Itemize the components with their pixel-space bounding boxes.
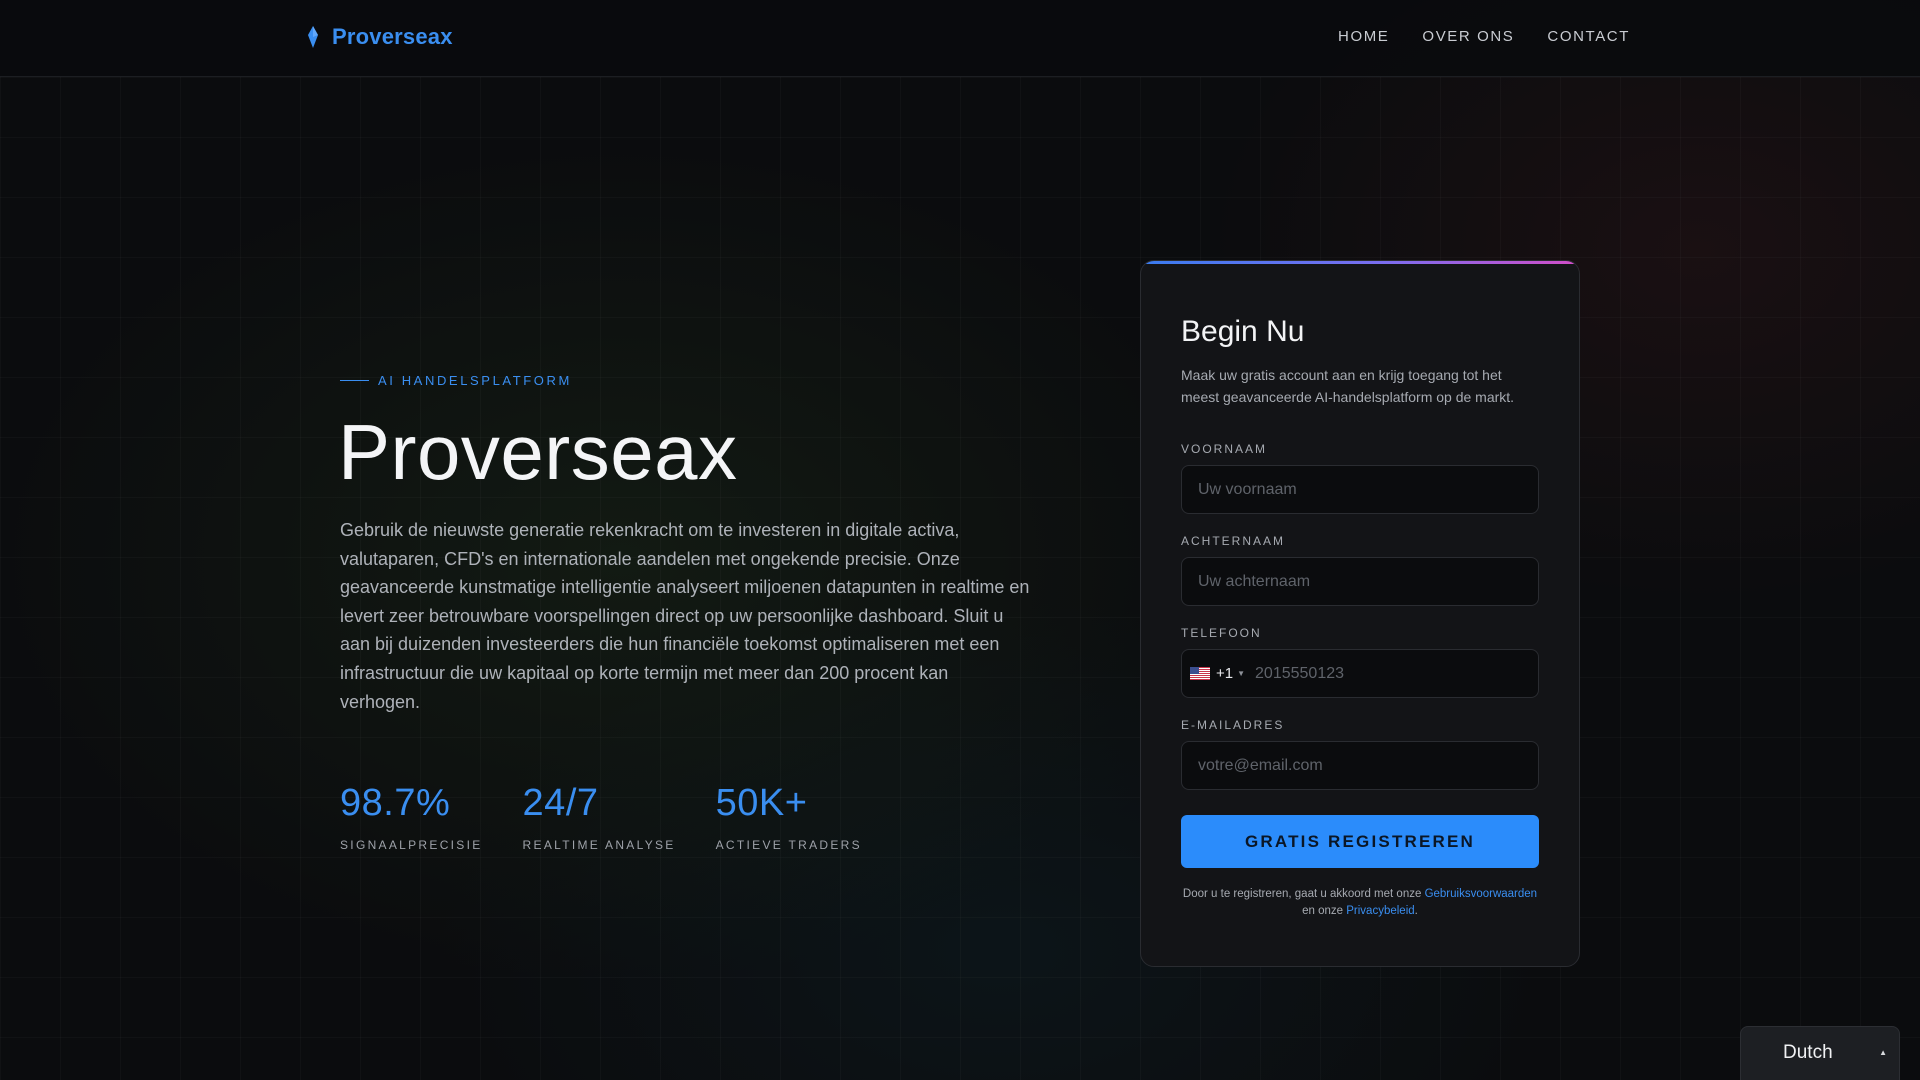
hero-description: Gebruik de nieuwste generatie rekenkrach… xyxy=(340,520,1030,712)
nav-link-over-ons[interactable]: OVER ONS xyxy=(1422,28,1514,45)
terms-middle: en onze xyxy=(1302,905,1347,917)
gem-drop-icon xyxy=(308,26,318,48)
language-selector[interactable]: Dutch ▲ xyxy=(1740,1026,1900,1080)
first-name-input[interactable] xyxy=(1181,465,1539,514)
stat-signal-precision: 98.7% SIGNAALPRECISIE xyxy=(340,780,483,852)
email-input[interactable] xyxy=(1181,741,1539,790)
language-label: Dutch xyxy=(1783,1042,1833,1063)
caret-up-icon: ▲ xyxy=(1879,1048,1887,1057)
stat-value: 50K+ xyxy=(715,782,808,824)
brand-name: Proverseax xyxy=(332,24,453,49)
last-name-input[interactable] xyxy=(1181,557,1539,606)
phone-field: +1 ▼ xyxy=(1181,649,1539,698)
hero-title: Proverseax xyxy=(338,408,738,496)
form-subtitle: Maak uw gratis account aan en krijg toeg… xyxy=(1181,367,1515,405)
first-name-label: VOORNAAM xyxy=(1181,442,1268,456)
stats-row: 98.7% SIGNAALPRECISIE 24/7 REALTIME ANAL… xyxy=(340,780,902,852)
stat-realtime-analysis: 24/7 REALTIME ANALYSE xyxy=(523,780,676,852)
registration-card: Begin Nu Maak uw gratis account aan en k… xyxy=(1140,260,1580,967)
eyebrow-line xyxy=(340,380,369,381)
dial-code: +1 xyxy=(1216,665,1234,682)
caret-down-icon: ▼ xyxy=(1237,669,1246,678)
stat-label: REALTIME ANALYSE xyxy=(522,838,676,852)
card-gradient-accent xyxy=(1141,261,1579,264)
landing-page: Proverseax HOME OVER ONS CONTACT AI HAND… xyxy=(0,0,1920,1080)
privacy-link[interactable]: Privacybeleid xyxy=(1346,905,1414,917)
terms-link[interactable]: Gebruiksvoorwaarden xyxy=(1425,888,1538,900)
brand-logo-link[interactable]: Proverseax xyxy=(306,22,453,52)
us-flag-icon xyxy=(1190,667,1210,680)
last-name-label: ACHTERNAAM xyxy=(1181,534,1286,548)
eyebrow-text: AI HANDELSPLATFORM xyxy=(378,373,572,388)
stat-label: ACTIEVE TRADERS xyxy=(715,838,862,852)
stat-value: 98.7% xyxy=(340,782,451,824)
main-nav: HOME OVER ONS CONTACT xyxy=(1338,28,1630,45)
phone-input[interactable] xyxy=(1251,650,1538,697)
nav-link-home[interactable]: HOME xyxy=(1338,28,1389,45)
terms-suffix: . xyxy=(1414,905,1418,917)
nav-link-contact[interactable]: CONTACT xyxy=(1547,28,1630,45)
stat-label: SIGNAALPRECISIE xyxy=(340,838,483,852)
hero-eyebrow: AI HANDELSPLATFORM xyxy=(340,373,572,388)
email-label: E-MAILADRES xyxy=(1181,718,1285,732)
phone-label: TELEFOON xyxy=(1181,626,1262,640)
terms-notice: Door u te registreren, gaat u akkoord me… xyxy=(1181,886,1539,920)
stat-active-traders: 50K+ ACTIEVE TRADERS xyxy=(716,780,862,852)
form-title: Begin Nu xyxy=(1181,315,1305,348)
country-code-selector[interactable]: +1 ▼ xyxy=(1182,650,1251,697)
terms-prefix: Door u te registreren, gaat u akkoord me… xyxy=(1182,888,1425,900)
site-header: Proverseax HOME OVER ONS CONTACT xyxy=(0,0,1920,77)
register-button[interactable]: GRATIS REGISTREREN xyxy=(1181,815,1539,868)
stat-value: 24/7 xyxy=(522,782,599,824)
